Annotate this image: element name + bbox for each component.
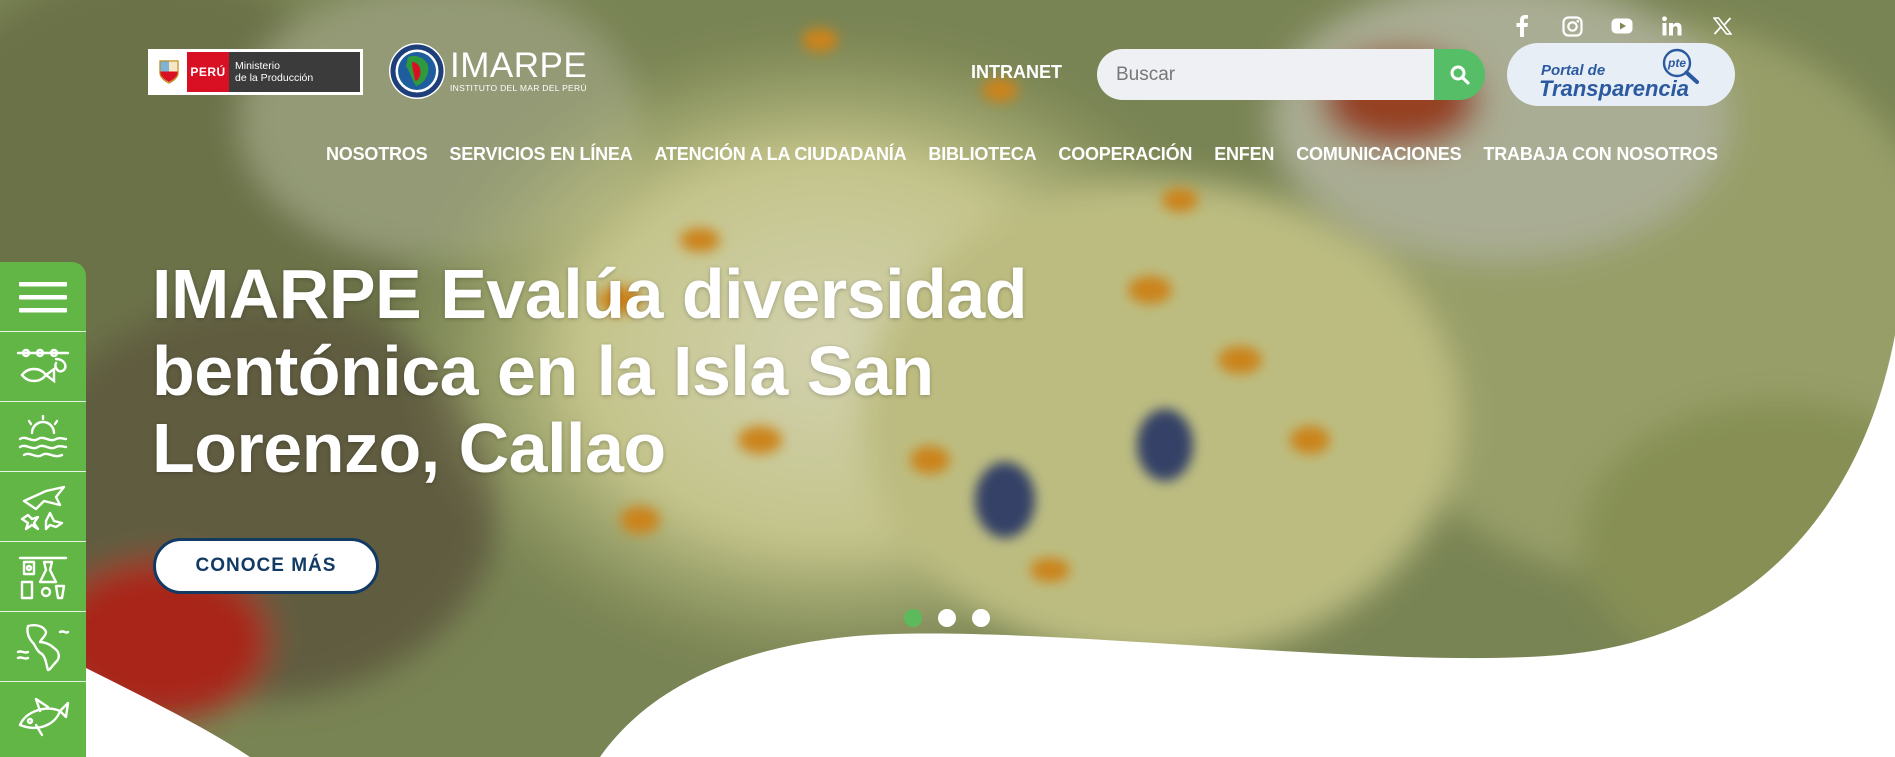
pte-badge-text: pte [1667,56,1686,70]
conoce-mas-button[interactable]: CONOCE MÁS [153,538,379,594]
side-toolbar [0,262,86,757]
linkedin-icon [1662,16,1682,36]
nav-item-biblioteca[interactable]: BIBLIOTECA [928,144,1036,165]
fish-icon [18,697,70,737]
produce-logo[interactable]: PERÚ Ministerio de la Producción [148,49,363,95]
ocean-weather-icon [18,414,68,457]
facebook-link[interactable] [1510,14,1534,38]
sidebar-item-pesca[interactable] [0,332,86,402]
nav-item-cooperacion[interactable]: COOPERACIÓN [1058,144,1192,165]
imarpe-name: IMARPE [450,46,588,85]
sidebar-item-investigacion[interactable] [0,542,86,612]
sidebar-item-mapa[interactable] [0,612,86,682]
sidebar-item-peces[interactable] [0,682,86,752]
ministry-label: Ministerio de la Producción [229,52,360,92]
peru-shield-icon [151,52,187,92]
search-icon [1450,65,1470,85]
nav-item-comunicaciones[interactable]: COMUNICACIONES [1296,144,1461,165]
nav-item-nosotros[interactable]: NOSOTROS [326,144,428,165]
nav-item-trabaja-con-nosotros[interactable]: TRABAJA CON NOSOTROS [1483,144,1718,165]
imarpe-logo[interactable]: IMARPE INSTITUTO DEL MAR DEL PERÚ [388,42,587,100]
carousel-dot-1[interactable] [904,609,922,627]
hamburger-menu-icon [19,281,67,312]
search-bar [1097,49,1485,100]
ministry-line-1: Ministerio [235,60,280,72]
linkedin-link[interactable] [1660,14,1684,38]
imarpe-emblem-icon [389,43,445,99]
instagram-icon [1561,15,1583,37]
nav-item-atencion-ciudadania[interactable]: ATENCIÓN A LA CIUDADANÍA [655,144,907,165]
sidebar-item-especies[interactable] [0,472,86,542]
transparencia-portal-button[interactable]: Portal de Transparencia pte [1507,43,1735,106]
intranet-link[interactable]: INTRANET [971,62,1062,83]
nav-item-enfen[interactable]: ENFEN [1214,144,1274,165]
sidebar-menu-button[interactable] [0,262,86,332]
peru-label: PERÚ [187,52,229,92]
lab-equipment-icon [18,556,68,599]
fishing-hook-icon [16,348,70,383]
marine-species-icon [20,485,66,530]
facebook-icon [1516,15,1528,37]
sidebar-item-oceanografia[interactable] [0,402,86,472]
x-link[interactable] [1710,14,1734,38]
ministry-line-2: de la Producción [235,72,314,84]
magnifier-pte-icon: pte [1662,48,1699,84]
x-icon [1712,17,1732,35]
youtube-link[interactable] [1610,14,1634,38]
slide-headline: IMARPE Evalúa diversidad bentónica en la… [152,255,1027,487]
youtube-icon [1611,18,1633,34]
search-button[interactable] [1434,49,1485,100]
nav-item-servicios-en-linea[interactable]: SERVICIOS EN LÍNEA [449,144,632,165]
americas-map-icon [16,623,70,671]
main-navigation: NOSOTROS SERVICIOS EN LÍNEA ATENCIÓN A L… [326,144,1740,165]
carousel-dot-2[interactable] [938,609,956,627]
search-input[interactable] [1097,49,1437,100]
instagram-link[interactable] [1560,14,1584,38]
carousel-dot-3[interactable] [972,609,990,627]
imarpe-subtitle: INSTITUTO DEL MAR DEL PERÚ [450,83,587,93]
